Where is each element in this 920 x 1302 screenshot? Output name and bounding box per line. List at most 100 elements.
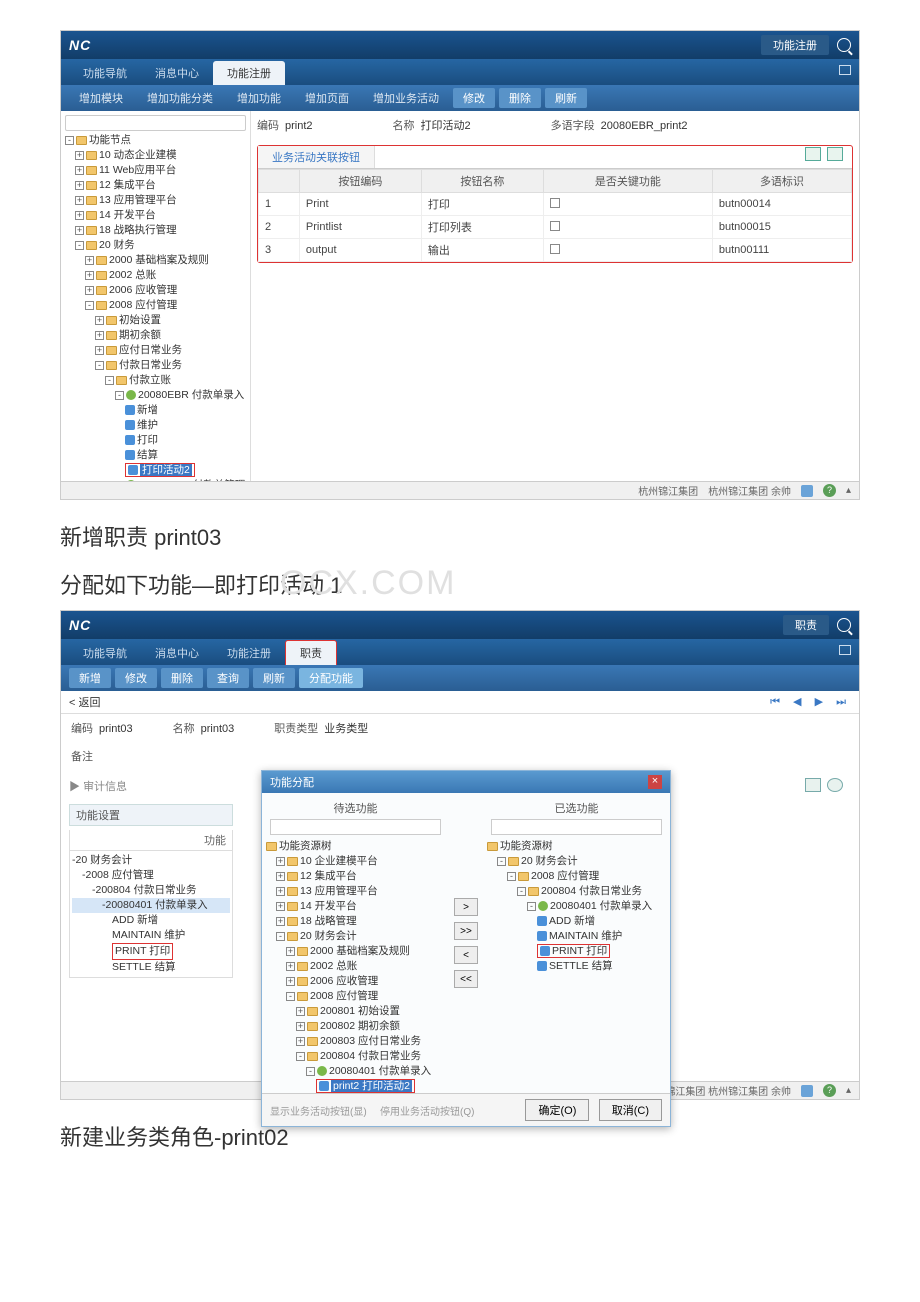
tab-duty[interactable]: 职责	[285, 640, 337, 665]
tree-item[interactable]: 打印	[137, 434, 158, 446]
tree-item[interactable]: 12 集成平台	[300, 870, 357, 882]
audit-label[interactable]: 审计信息	[83, 781, 127, 793]
left-search-input[interactable]	[270, 819, 440, 835]
tab-funcreg[interactable]: 功能注册	[213, 61, 285, 85]
tree-search-input[interactable]	[65, 115, 246, 131]
tree-item[interactable]: 200804 付款日常业务	[96, 884, 197, 896]
tree-item[interactable]: MAINTAIN 维护	[549, 930, 622, 942]
refresh-button[interactable]: 刷新	[253, 668, 295, 688]
up-icon[interactable]: ▴	[846, 1085, 851, 1096]
query-button[interactable]: 查询	[207, 668, 249, 688]
table-tab[interactable]: 业务活动关联按钮	[258, 146, 375, 168]
refresh-icon[interactable]	[827, 778, 843, 792]
tree-item[interactable]: 2002 总账	[109, 269, 156, 281]
tree-item[interactable]: MAINTAIN 维护	[112, 929, 185, 941]
tree-item[interactable]: 13 应用管理平台	[300, 885, 378, 897]
tree-item[interactable]: 200802 期初余额	[320, 1020, 400, 1032]
tree-item[interactable]: 2008 应付管理	[86, 869, 154, 881]
tab-funcreg[interactable]: 功能注册	[213, 641, 285, 665]
tree-item[interactable]: 20080401 付款单录入	[550, 900, 652, 912]
tree-item[interactable]: 2006 应收管理	[310, 975, 378, 987]
edit-icon[interactable]	[805, 147, 821, 161]
header-button[interactable]: 功能注册	[761, 35, 829, 55]
disable-btn-link[interactable]: 停用业务活动按钮(Q)	[380, 1107, 474, 1118]
tab-msg[interactable]: 消息中心	[141, 61, 213, 85]
tree-item[interactable]: 12 集成平台	[99, 179, 156, 191]
tree-item[interactable]: 应付日常业务	[119, 344, 182, 356]
tree-item[interactable]: 20080EBM 付款单管理	[138, 479, 245, 481]
tree-item[interactable]: 功能资源树	[500, 840, 553, 852]
tree-item[interactable]: 2002 总账	[310, 960, 357, 972]
help-icon[interactable]: ?	[823, 484, 836, 497]
tree-item[interactable]: 2008 应付管理	[109, 299, 177, 311]
tree-item[interactable]: 维护	[137, 419, 158, 431]
tree-item[interactable]: 20 财务会计	[300, 930, 357, 942]
cancel-button[interactable]: 取消(C)	[599, 1099, 662, 1121]
avatar-icon[interactable]	[801, 485, 813, 497]
close-icon[interactable]: ×	[648, 775, 662, 789]
table-row[interactable]: 3output输出butn00111	[259, 239, 852, 262]
tree-item[interactable]: 18 战略执行管理	[99, 224, 177, 236]
del-button[interactable]: 删除	[161, 668, 203, 688]
tree-item[interactable]: 2006 应收管理	[109, 284, 177, 296]
add-cat-button[interactable]: 增加功能分类	[137, 88, 223, 108]
add-module-button[interactable]: 增加模块	[69, 88, 133, 108]
tree-item[interactable]: 20 财务会计	[521, 855, 578, 867]
tree-item[interactable]: 付款立账	[129, 374, 171, 386]
tree-item[interactable]: 14 开发平台	[300, 900, 357, 912]
tree-item[interactable]: 200803 应付日常业务	[320, 1035, 421, 1047]
tree-item-highlight[interactable]: PRINT 打印	[112, 943, 173, 960]
tree-root[interactable]: 功能节点	[89, 134, 131, 146]
tree-item[interactable]: 11 Web应用平台	[99, 164, 176, 176]
tree-item[interactable]: 20 财务会计	[76, 854, 133, 866]
delete-button[interactable]: 删除	[499, 88, 541, 108]
window-icon[interactable]	[839, 65, 851, 75]
table-row[interactable]: 2Printlist打印列表butn00015	[259, 216, 852, 239]
move-right-button[interactable]: >	[454, 898, 478, 916]
tree-item[interactable]: 2000 基础档案及规则	[310, 945, 410, 957]
tree-item[interactable]: 10 企业建模平台	[300, 855, 378, 867]
prev-icon[interactable]: ◀	[788, 695, 806, 708]
up-icon[interactable]: ▴	[846, 485, 851, 496]
tree-item-selected[interactable]: print2 打印活动2	[331, 1080, 412, 1092]
checkbox[interactable]	[550, 198, 560, 208]
tree-item[interactable]: 期初余额	[119, 329, 161, 341]
tree-item[interactable]: 200804 付款日常业务	[320, 1050, 421, 1062]
print-icon[interactable]	[827, 147, 843, 161]
checkbox[interactable]	[550, 244, 560, 254]
back-button[interactable]: < 返回	[69, 694, 100, 710]
tab-msg[interactable]: 消息中心	[141, 641, 213, 665]
refresh-button[interactable]: 刷新	[545, 88, 587, 108]
tree-item[interactable]: ADD 新增	[112, 914, 158, 926]
tree-item[interactable]: 付款日常业务	[119, 359, 182, 371]
checkbox[interactable]	[550, 221, 560, 231]
table-row[interactable]: 1Print打印butn00014	[259, 193, 852, 216]
assign-button[interactable]: 分配功能	[299, 668, 363, 688]
edit-button[interactable]: 修改	[453, 88, 495, 108]
help-icon[interactable]: ?	[823, 1084, 836, 1097]
tree-item[interactable]: 2000 基础档案及规则	[109, 254, 209, 266]
tree-item[interactable]: 200801 初始设置	[320, 1005, 400, 1017]
edit-button[interactable]: 修改	[115, 668, 157, 688]
tab-nav[interactable]: 功能导航	[69, 61, 141, 85]
add-func-button[interactable]: 增加功能	[227, 88, 291, 108]
tree-item[interactable]: SETTLE 结算	[549, 960, 613, 972]
tree-item[interactable]: 20 财务	[99, 239, 135, 251]
tree-item-selected[interactable]: 打印活动2	[140, 464, 192, 476]
tree-item[interactable]: 2008 应付管理	[310, 990, 378, 1002]
tree-item[interactable]: 14 开发平台	[99, 209, 156, 221]
tree-item[interactable]: 功能资源树	[279, 840, 332, 852]
tree-item[interactable]: SETTLE 结算	[112, 961, 176, 973]
tree-item[interactable]: 新增	[137, 404, 158, 416]
add-activity-button[interactable]: 增加业务活动	[363, 88, 449, 108]
add-page-button[interactable]: 增加页面	[295, 88, 359, 108]
tree-item[interactable]: 初始设置	[119, 314, 161, 326]
avatar-icon[interactable]	[801, 1085, 813, 1097]
search-icon[interactable]	[837, 618, 851, 632]
tree-item[interactable]: 2008 应付管理	[531, 870, 599, 882]
tree-item[interactable]: 结算	[137, 449, 158, 461]
move-all-right-button[interactable]: >>	[454, 922, 478, 940]
tree-item[interactable]: 20080EBR 付款单录入	[138, 389, 244, 401]
last-icon[interactable]: ⏭	[831, 696, 851, 709]
tab-nav[interactable]: 功能导航	[69, 641, 141, 665]
